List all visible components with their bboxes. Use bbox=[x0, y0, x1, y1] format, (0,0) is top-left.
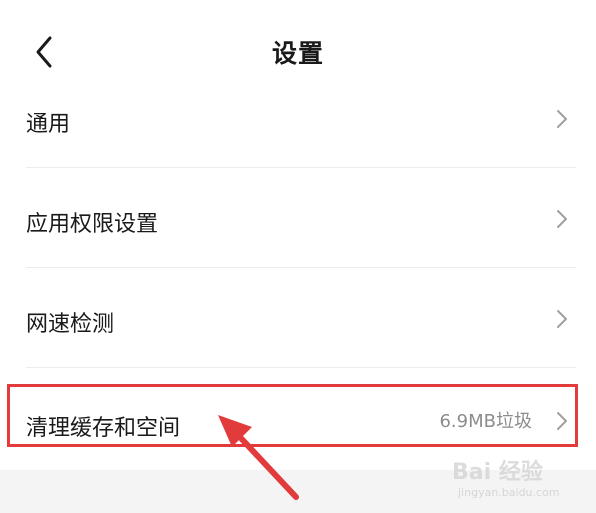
settings-item-label: 通用 bbox=[26, 112, 71, 137]
settings-item-label: 网速检测 bbox=[26, 312, 115, 337]
settings-item-general[interactable]: 通用 bbox=[0, 76, 596, 176]
divider bbox=[26, 267, 576, 268]
red-arrow-annotation bbox=[218, 415, 299, 500]
chevron-right-icon bbox=[557, 110, 567, 128]
chevron-right-icon bbox=[557, 210, 567, 228]
settings-item-label: 应用权限设置 bbox=[26, 212, 159, 237]
settings-item-app-permissions[interactable]: 应用权限设置 bbox=[0, 176, 596, 276]
chevron-right-icon bbox=[557, 310, 567, 328]
divider bbox=[26, 167, 576, 168]
watermark-url: jingyan.baidu.com bbox=[458, 486, 560, 499]
watermark-brand: Bai 经验 bbox=[452, 460, 543, 485]
divider bbox=[26, 367, 576, 368]
page-title: 设置 bbox=[271, 39, 324, 68]
settings-item-speed-test[interactable]: 网速检测 bbox=[0, 276, 596, 376]
watermark: Bai 经验 jingyan.baidu.com bbox=[452, 452, 592, 510]
